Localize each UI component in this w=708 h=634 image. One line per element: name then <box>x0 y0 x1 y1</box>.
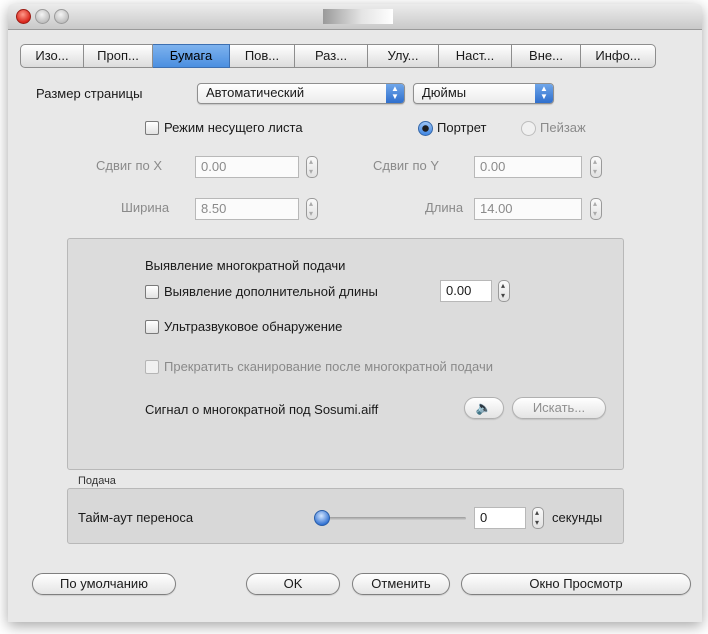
extra-length-label: Выявление дополнительной длины <box>164 284 378 299</box>
offset-y-label: Сдвиг по Y <box>373 158 440 173</box>
landscape-label: Пейзаж <box>540 120 586 135</box>
tab-enhancement[interactable]: Улу... <box>368 44 439 68</box>
length-field: 14.00 <box>474 198 582 220</box>
tab-rotation[interactable]: Пов... <box>230 44 295 68</box>
cancel-button[interactable]: Отменить <box>352 573 450 595</box>
speaker-icon: 🔈 <box>475 400 493 415</box>
offset-x-stepper <box>306 156 318 178</box>
portrait-label: Портрет <box>437 120 487 135</box>
select-arrows-icon: ▲ ▼ <box>535 84 553 103</box>
portrait-radio[interactable] <box>418 121 433 136</box>
tab-external[interactable]: Вне... <box>512 44 581 68</box>
close-window-icon[interactable] <box>16 9 31 24</box>
timeout-stepper[interactable] <box>532 507 544 529</box>
unit-select[interactable]: Дюймы ▲ ▼ <box>413 83 554 104</box>
select-arrows-icon: ▲ ▼ <box>386 84 404 103</box>
offset-y-stepper <box>590 156 602 178</box>
unit-value: Дюймы <box>422 85 467 100</box>
timeout-unit-label: секунды <box>552 510 603 525</box>
signal-label: Сигнал о многократной под Sosumi.aiff <box>145 402 379 417</box>
title-bar <box>8 4 702 30</box>
tab-separation[interactable]: Раз... <box>295 44 368 68</box>
timeout-slider-knob[interactable] <box>314 510 330 526</box>
tab-info[interactable]: Инфо... <box>581 44 656 68</box>
page-size-value: Автоматический <box>206 85 305 100</box>
offset-y-field: 0.00 <box>474 156 582 178</box>
stop-scan-label: Прекратить сканирование после многократн… <box>164 359 493 374</box>
timeout-field[interactable]: 0 <box>474 507 526 529</box>
page-size-label: Размер страницы <box>36 86 143 101</box>
feed-group-label: Подача <box>78 475 116 487</box>
multifeed-title: Выявление многократной подачи <box>145 258 346 273</box>
width-field: 8.50 <box>195 198 299 220</box>
tab-settings[interactable]: Наст... <box>439 44 512 68</box>
length-label: Длина <box>425 200 464 215</box>
tab-paper[interactable]: Бумага <box>153 44 230 68</box>
ultrasonic-checkbox[interactable] <box>145 320 159 334</box>
width-stepper <box>306 198 318 220</box>
tab-image[interactable]: Изо... <box>20 44 84 68</box>
width-label: Ширина <box>121 200 170 215</box>
preview-button[interactable]: Окно Просмотр <box>461 573 691 595</box>
tab-bar: Изо... Проп... Бумага Пов... Раз... Улу.… <box>20 44 688 68</box>
offset-x-label: Сдвиг по X <box>96 158 163 173</box>
extra-length-stepper[interactable] <box>498 280 510 302</box>
length-stepper <box>590 198 602 220</box>
play-sound-button: 🔈 <box>464 397 504 419</box>
transfer-timeout-label: Тайм-аут переноса <box>78 510 194 525</box>
extra-length-field[interactable]: 0.00 <box>440 280 492 302</box>
ok-button[interactable]: OK <box>246 573 340 595</box>
timeout-slider-track[interactable] <box>321 517 466 520</box>
zoom-window-icon[interactable] <box>54 9 69 24</box>
browse-button: Искать... <box>512 397 606 419</box>
carrier-sheet-label: Режим несущего листа <box>164 120 303 135</box>
landscape-radio <box>521 121 536 136</box>
stop-scan-checkbox <box>145 360 159 374</box>
extra-length-checkbox[interactable] <box>145 285 159 299</box>
carrier-sheet-checkbox[interactable] <box>145 121 159 135</box>
page-size-select[interactable]: Автоматический ▲ ▼ <box>197 83 405 104</box>
window-title-graphic <box>323 9 393 24</box>
ultrasonic-label: Ультразвуковое обнаружение <box>164 319 343 334</box>
tab-properties[interactable]: Проп... <box>84 44 153 68</box>
minimize-window-icon[interactable] <box>35 9 50 24</box>
offset-x-field: 0.00 <box>195 156 299 178</box>
default-button[interactable]: По умолчанию <box>32 573 176 595</box>
